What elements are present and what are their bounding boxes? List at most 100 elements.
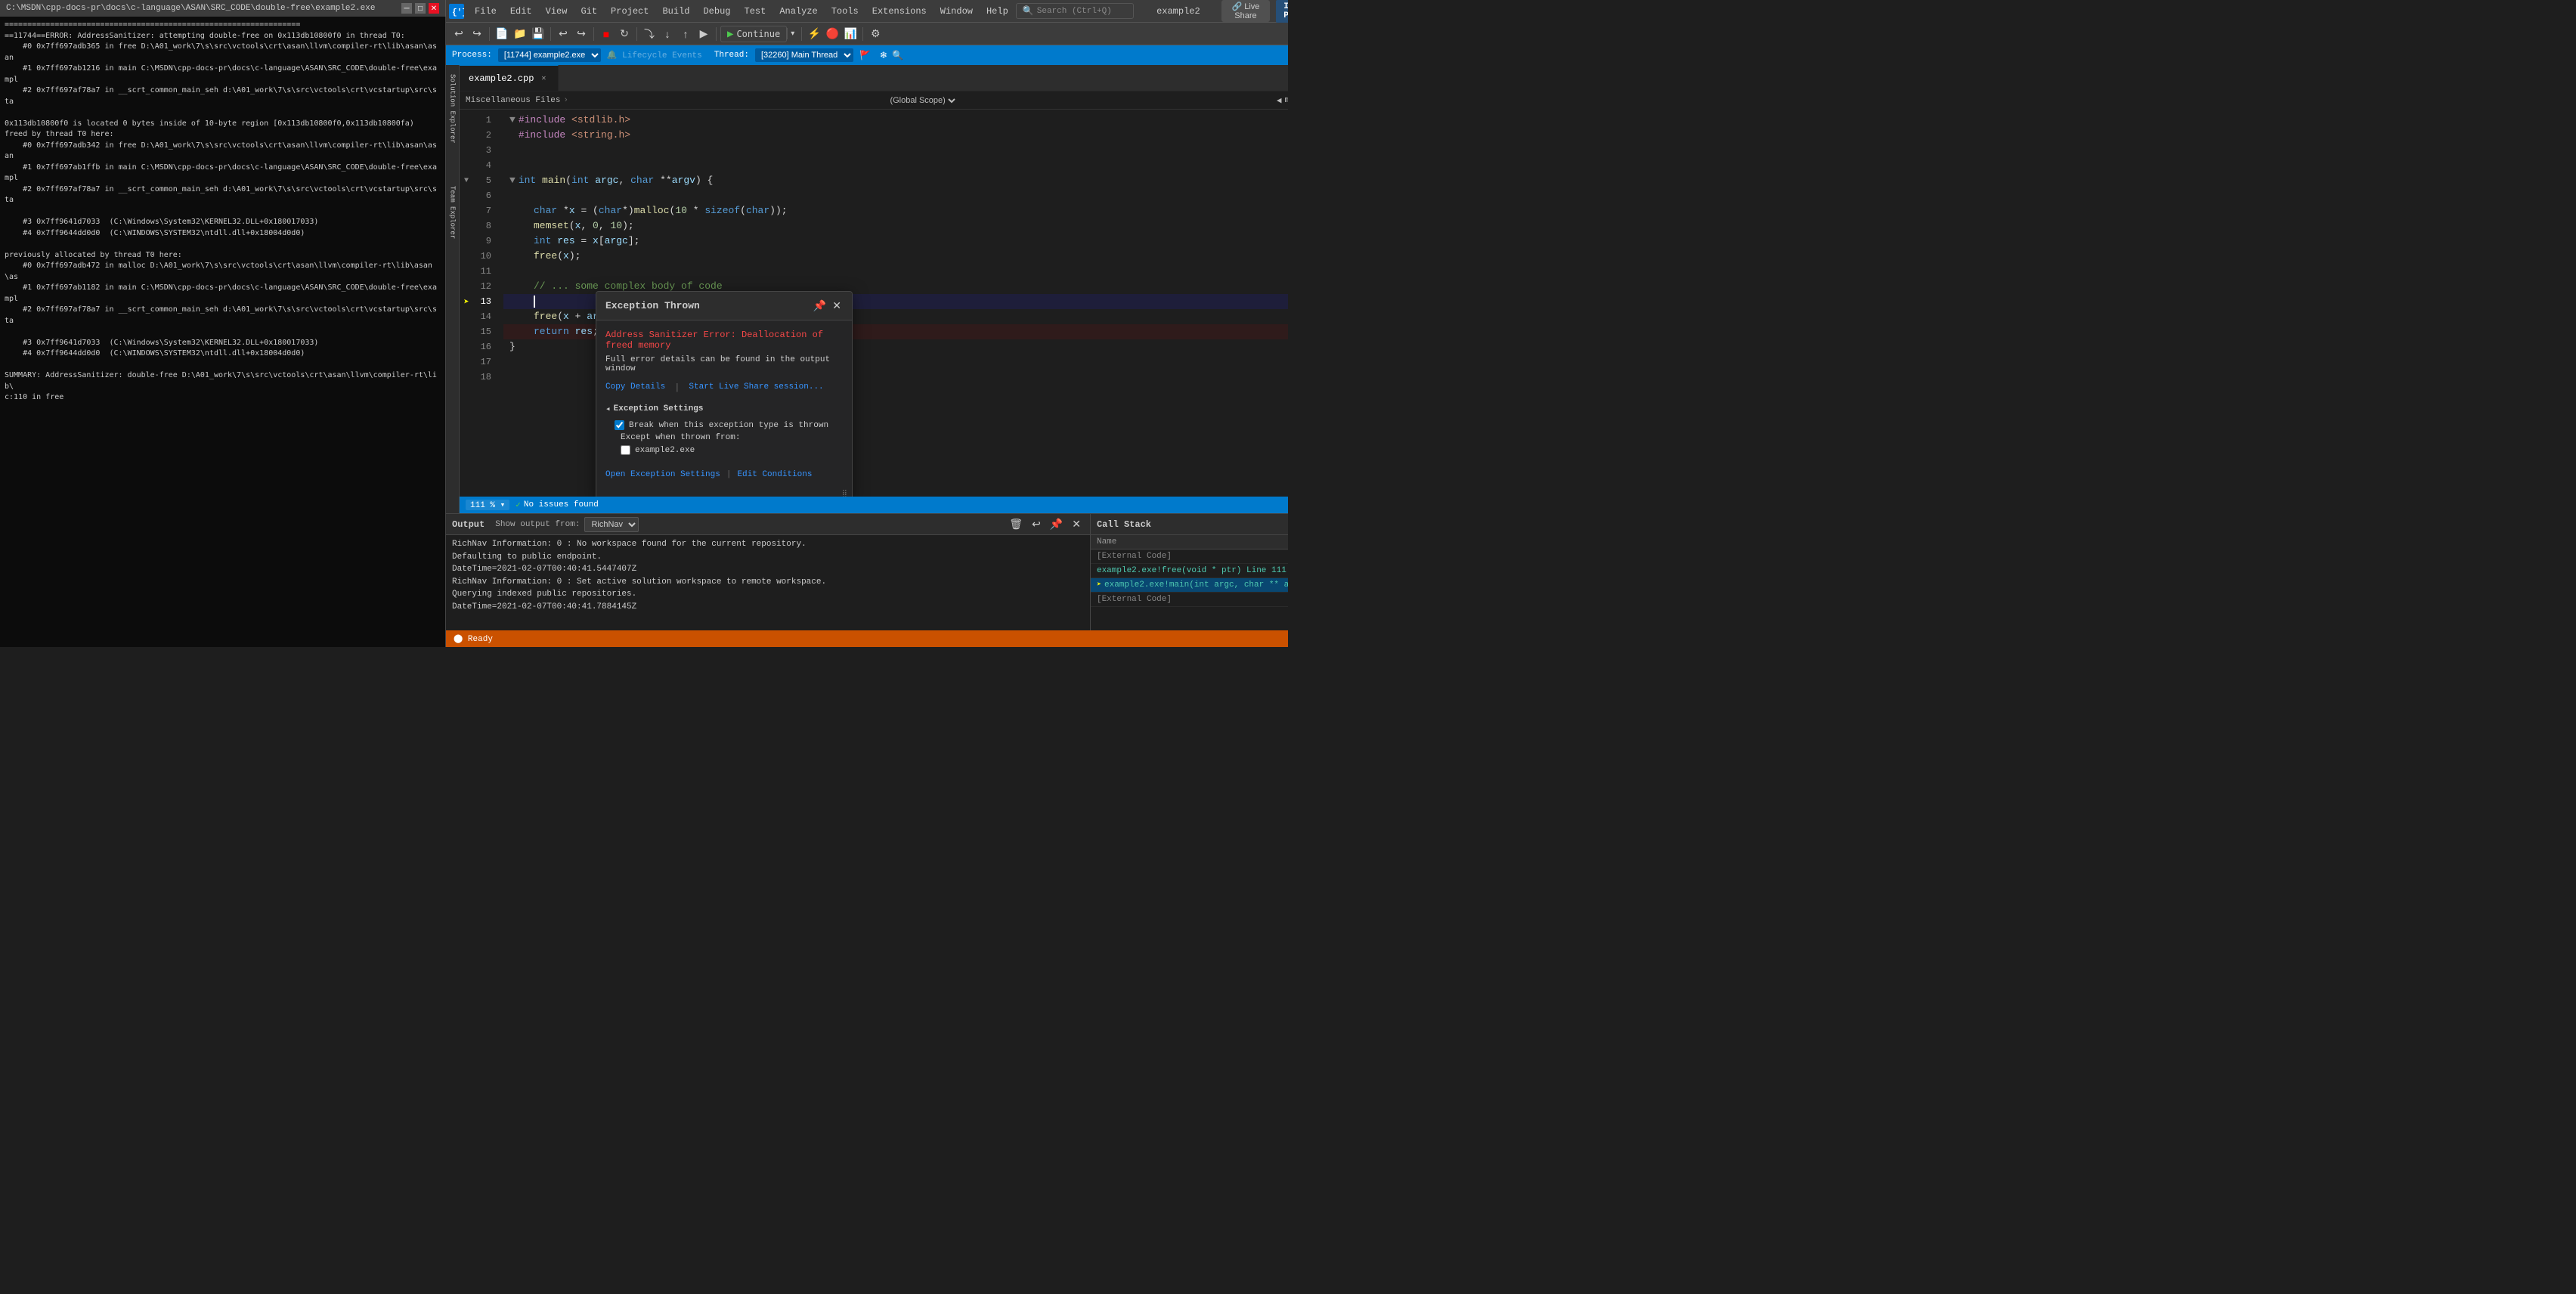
toolbar-debug-stop-btn[interactable]: ■ xyxy=(598,26,615,42)
break-on-exception-checkbox[interactable] xyxy=(615,420,624,430)
status-bar: 111 % ▾ ✓ No issues found Ln: 13 Ch: 3 xyxy=(460,497,1288,513)
output-wrap-btn[interactable]: ↩ xyxy=(1029,516,1044,532)
zoom-control[interactable]: 111 % ▾ xyxy=(466,500,509,510)
output-clear-btn[interactable]: 🗑 xyxy=(1006,516,1026,532)
toolbar-exception-btn[interactable]: ⚡ xyxy=(806,26,822,42)
continue-btn-group[interactable]: ▶ Continue ▾ xyxy=(720,26,797,42)
bottom-panels: Output Show output from: RichNav 🗑 ↩ 📌 ✕ xyxy=(446,513,1288,630)
menu-edit[interactable]: Edit xyxy=(504,3,538,20)
toolbar-new-btn[interactable]: 📄 xyxy=(494,26,510,42)
search-placeholder: Search (Ctrl+Q) xyxy=(1037,7,1112,16)
toolbar-perf-btn[interactable]: 📊 xyxy=(842,26,859,42)
toolbar-step-out-btn[interactable]: ↑ xyxy=(677,26,694,42)
callstack-row-0[interactable]: [External Code] xyxy=(1091,549,1288,564)
code-line-8[interactable]: memset ( x , 0 , 10 ); xyxy=(503,218,1288,234)
toolbar-run-to-cursor-btn[interactable]: ▶ xyxy=(695,26,712,42)
output-pin-btn[interactable]: 📌 xyxy=(1047,516,1066,532)
solution-explorer-label[interactable]: Solution Explorer xyxy=(447,68,458,150)
menu-view[interactable]: View xyxy=(540,3,574,20)
menu-right-area: example2 🔗 Live Share INT PREVIEW xyxy=(1141,0,1288,23)
live-share-btn[interactable]: 🔗 Live Share xyxy=(1221,0,1271,22)
terminal-minimize-btn[interactable]: ─ xyxy=(401,3,412,14)
except-from-checkbox[interactable] xyxy=(621,445,630,455)
token: x xyxy=(593,234,599,249)
code-line-5[interactable]: ▼ int main ( int argc , char xyxy=(503,173,1288,188)
toolbar-step-over-btn[interactable]: ⤵ xyxy=(641,26,658,42)
menu-test[interactable]: Test xyxy=(738,3,772,20)
fold-icon-5[interactable]: ▼ xyxy=(464,177,469,185)
live-share-session-link[interactable]: Start Live Share session... xyxy=(689,382,823,393)
menu-build[interactable]: Build xyxy=(656,3,695,20)
code-line-1[interactable]: ▼ #include <stdlib.h> xyxy=(503,113,1288,128)
copy-details-link[interactable]: Copy Details xyxy=(605,382,665,393)
edit-conditions-link[interactable]: Edit Conditions xyxy=(737,470,812,479)
code-line-3[interactable] xyxy=(503,143,1288,158)
editor-tab-example2[interactable]: example2.cpp ✕ xyxy=(460,65,559,91)
toolbar-redo-btn[interactable]: ↪ xyxy=(573,26,590,42)
menu-search-box[interactable]: 🔍 Search (Ctrl+Q) xyxy=(1016,3,1134,19)
code-line-4[interactable] xyxy=(503,158,1288,173)
search-threads-btn[interactable]: 🔍 xyxy=(892,50,903,60)
toolbar-save-btn[interactable]: 💾 xyxy=(530,26,546,42)
code-editor: ▼ ➤ xyxy=(460,110,1288,497)
menu-debug[interactable]: Debug xyxy=(697,3,736,20)
gutter-17 xyxy=(460,354,473,370)
menu-extensions[interactable]: Extensions xyxy=(866,3,933,20)
fold-indicator-5: ▼ xyxy=(509,173,516,188)
toolbar-step-into-btn[interactable]: ↓ xyxy=(659,26,676,42)
token: ( xyxy=(740,203,746,218)
scope-select[interactable]: (Global Scope) xyxy=(887,95,958,106)
token: <stdlib.h> xyxy=(571,113,630,128)
callstack-row-1[interactable]: example2.exe!free(void * ptr) Line 111 C… xyxy=(1091,564,1288,578)
menu-window[interactable]: Window xyxy=(934,3,979,20)
toolbar-undo-btn[interactable]: ↩ xyxy=(555,26,571,42)
status-issues-indicator: ✓ No issues found xyxy=(516,500,599,510)
toolbar-sep-7 xyxy=(862,27,863,41)
code-line-2[interactable]: #include <string.h> xyxy=(503,128,1288,143)
continue-btn[interactable]: ▶ Continue xyxy=(720,26,787,42)
callstack-row-2[interactable]: ➤ example2.exe!main(int argc, char ** ar… xyxy=(1091,578,1288,593)
code-line-6[interactable] xyxy=(503,188,1288,203)
terminal-maximize-btn[interactable]: □ xyxy=(415,3,426,14)
exception-resize-handle[interactable]: ⣿ xyxy=(596,488,852,497)
toolbar-back-btn[interactable]: ↩ xyxy=(450,26,467,42)
breadcrumb-files[interactable]: Miscellaneous Files xyxy=(466,96,560,105)
tab-close-btn[interactable]: ✕ xyxy=(538,73,549,84)
toolbar-sep-6 xyxy=(801,27,802,41)
search-icon: 🔍 xyxy=(1023,5,1034,17)
token xyxy=(565,113,571,128)
toolbar-settings-btn[interactable]: ⚙ xyxy=(867,26,884,42)
menu-git[interactable]: Git xyxy=(574,3,603,20)
code-line-7[interactable]: char * x = ( char *) malloc ( 10 * xyxy=(503,203,1288,218)
terminal-close-btn[interactable]: ✕ xyxy=(429,3,439,14)
code-line-9[interactable]: int res = x [ argc ]; xyxy=(503,234,1288,249)
team-explorer-label[interactable]: Team Explorer xyxy=(447,180,458,245)
token: char xyxy=(534,203,557,218)
menu-project[interactable]: Project xyxy=(605,3,655,20)
toolbar-forward-btn[interactable]: ↪ xyxy=(469,26,485,42)
menu-tools[interactable]: Tools xyxy=(825,3,865,20)
menu-analyze[interactable]: Analyze xyxy=(773,3,823,20)
token: , xyxy=(599,218,611,234)
exception-pin-btn[interactable]: 📌 xyxy=(812,298,828,314)
open-exception-settings-link[interactable]: Open Exception Settings xyxy=(605,470,720,479)
freeze-btn[interactable]: ❄ xyxy=(880,50,887,60)
toolbar-breakpoints-btn[interactable]: 🔴 xyxy=(824,26,841,42)
menu-file[interactable]: File xyxy=(469,3,503,20)
toolbar-debug-restart-btn[interactable]: ↻ xyxy=(616,26,633,42)
continue-dropdown-btn[interactable]: ▾ xyxy=(787,28,797,39)
toolbar-sep-3 xyxy=(593,27,594,41)
ln-12: 12 xyxy=(473,279,497,294)
code-line-10[interactable]: free ( x ); xyxy=(503,249,1288,264)
exception-link-sep: | xyxy=(674,382,680,393)
output-source-select[interactable]: RichNav xyxy=(584,517,639,532)
process-select[interactable]: [11744] example2.exe xyxy=(498,48,601,62)
callstack-row-3[interactable]: [External Code] xyxy=(1091,593,1288,607)
menu-help[interactable]: Help xyxy=(980,3,1014,20)
exception-close-btn[interactable]: ✕ xyxy=(831,298,843,314)
thread-select[interactable]: [32260] Main Thread xyxy=(755,48,853,62)
output-close-btn[interactable]: ✕ xyxy=(1069,516,1084,532)
code-line-11[interactable] xyxy=(503,264,1288,279)
toolbar-open-btn[interactable]: 📁 xyxy=(512,26,528,42)
play-icon: ▶ xyxy=(727,28,733,40)
